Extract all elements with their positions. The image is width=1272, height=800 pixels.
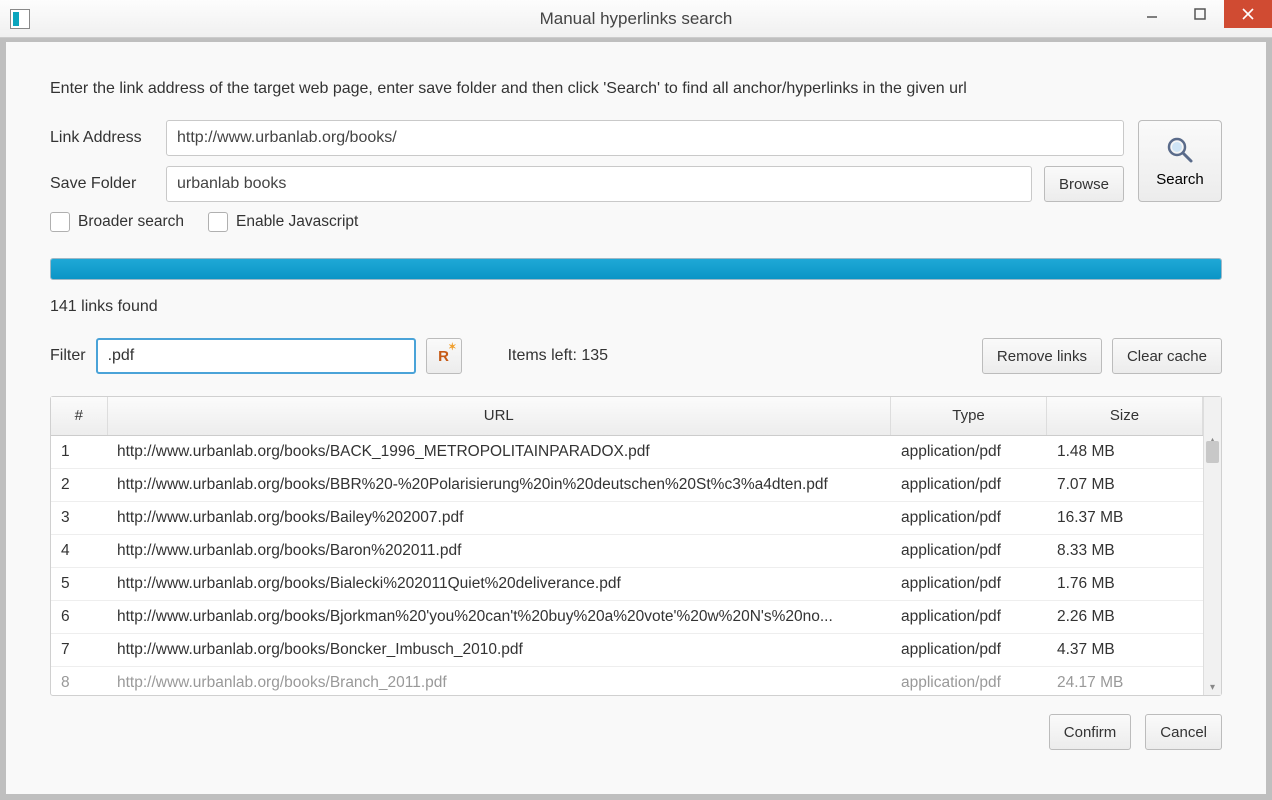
cell-num: 1 bbox=[51, 436, 107, 469]
window-controls bbox=[1128, 0, 1272, 28]
cell-type: application/pdf bbox=[891, 568, 1047, 601]
form-area: Link Address Save Folder Browse Broader … bbox=[50, 120, 1222, 232]
col-header-size[interactable]: Size bbox=[1047, 397, 1203, 435]
cell-size: 7.07 MB bbox=[1047, 469, 1203, 502]
save-folder-label: Save Folder bbox=[50, 175, 154, 193]
window-title: Manual hyperlinks search bbox=[0, 9, 1272, 29]
table-row[interactable]: 4http://www.urbanlab.org/books/Baron%202… bbox=[51, 535, 1203, 568]
close-button[interactable] bbox=[1224, 0, 1272, 28]
cell-num: 6 bbox=[51, 601, 107, 634]
progress-bar bbox=[50, 258, 1222, 280]
cell-num: 5 bbox=[51, 568, 107, 601]
search-icon bbox=[1165, 135, 1195, 165]
cell-num: 2 bbox=[51, 469, 107, 502]
cell-url: http://www.urbanlab.org/books/Bialecki%2… bbox=[107, 568, 891, 601]
enable-js-checkbox[interactable]: Enable Javascript bbox=[208, 212, 358, 232]
regex-button[interactable]: R ✶ bbox=[426, 338, 462, 374]
col-header-num[interactable]: # bbox=[51, 397, 107, 435]
app-icon bbox=[10, 9, 30, 29]
col-header-url[interactable]: URL bbox=[107, 397, 891, 435]
table-row[interactable]: 7http://www.urbanlab.org/books/Boncker_I… bbox=[51, 634, 1203, 667]
cell-size: 1.76 MB bbox=[1047, 568, 1203, 601]
table-row[interactable]: 2http://www.urbanlab.org/books/BBR%20-%2… bbox=[51, 469, 1203, 502]
table-scrollbar[interactable]: ▴ ▾ bbox=[1203, 397, 1221, 695]
checkbox-icon bbox=[50, 212, 70, 232]
cell-size: 8.33 MB bbox=[1047, 535, 1203, 568]
filter-row: Filter R ✶ Items left: 135 Remove links … bbox=[50, 338, 1222, 374]
save-folder-input[interactable] bbox=[166, 166, 1032, 202]
footer-buttons: Confirm Cancel bbox=[50, 714, 1222, 750]
cell-type: application/pdf bbox=[891, 601, 1047, 634]
status-text: 141 links found bbox=[50, 298, 1222, 316]
cancel-button[interactable]: Cancel bbox=[1145, 714, 1222, 750]
browse-button[interactable]: Browse bbox=[1044, 166, 1124, 202]
cell-url: http://www.urbanlab.org/books/BBR%20-%20… bbox=[107, 469, 891, 502]
form-left: Link Address Save Folder Browse Broader … bbox=[50, 120, 1124, 232]
broader-search-checkbox[interactable]: Broader search bbox=[50, 212, 184, 232]
link-address-label: Link Address bbox=[50, 129, 154, 147]
dialog-window: Manual hyperlinks search Enter the link … bbox=[0, 0, 1272, 800]
cell-url: http://www.urbanlab.org/books/Bailey%202… bbox=[107, 502, 891, 535]
enable-js-label: Enable Javascript bbox=[236, 213, 358, 231]
cell-size: 16.37 MB bbox=[1047, 502, 1203, 535]
scroll-thumb[interactable] bbox=[1206, 441, 1219, 463]
cell-size: 1.48 MB bbox=[1047, 436, 1203, 469]
remove-links-button[interactable]: Remove links bbox=[982, 338, 1102, 374]
instruction-text: Enter the link address of the target web… bbox=[50, 80, 1222, 98]
cell-num: 3 bbox=[51, 502, 107, 535]
content-area: Enter the link address of the target web… bbox=[0, 38, 1272, 800]
search-button[interactable]: Search bbox=[1138, 120, 1222, 202]
cell-type: application/pdf bbox=[891, 634, 1047, 667]
titlebar: Manual hyperlinks search bbox=[0, 0, 1272, 38]
cell-num: 4 bbox=[51, 535, 107, 568]
cell-url: http://www.urbanlab.org/books/Baron%2020… bbox=[107, 535, 891, 568]
table-row[interactable]: 8http://www.urbanlab.org/books/Branch_20… bbox=[51, 667, 1203, 696]
close-icon bbox=[1242, 8, 1254, 20]
table-row[interactable]: 5http://www.urbanlab.org/books/Bialecki%… bbox=[51, 568, 1203, 601]
col-header-type[interactable]: Type bbox=[891, 397, 1047, 435]
cell-url: http://www.urbanlab.org/books/Boncker_Im… bbox=[107, 634, 891, 667]
clear-cache-button[interactable]: Clear cache bbox=[1112, 338, 1222, 374]
minimize-icon bbox=[1146, 8, 1158, 20]
results-table: # URL Type Size 1http://www.urbanlab.org… bbox=[50, 396, 1222, 696]
regex-star-icon: ✶ bbox=[448, 342, 456, 353]
table-row[interactable]: 6http://www.urbanlab.org/books/Bjorkman%… bbox=[51, 601, 1203, 634]
progress-fill bbox=[51, 259, 1221, 279]
cell-type: application/pdf bbox=[891, 667, 1047, 696]
scroll-down-icon: ▾ bbox=[1204, 682, 1221, 693]
cell-size: 4.37 MB bbox=[1047, 634, 1203, 667]
cell-type: application/pdf bbox=[891, 469, 1047, 502]
checkbox-icon bbox=[208, 212, 228, 232]
table-row[interactable]: 3http://www.urbanlab.org/books/Bailey%20… bbox=[51, 502, 1203, 535]
items-left-text: Items left: 135 bbox=[508, 347, 609, 365]
cell-type: application/pdf bbox=[891, 535, 1047, 568]
cell-size: 24.17 MB bbox=[1047, 667, 1203, 696]
table-row[interactable]: 1http://www.urbanlab.org/books/BACK_1996… bbox=[51, 436, 1203, 469]
cell-url: http://www.urbanlab.org/books/Bjorkman%2… bbox=[107, 601, 891, 634]
maximize-button[interactable] bbox=[1176, 0, 1224, 28]
broader-search-label: Broader search bbox=[78, 213, 184, 231]
link-address-input[interactable] bbox=[166, 120, 1124, 156]
cell-type: application/pdf bbox=[891, 436, 1047, 469]
cell-size: 2.26 MB bbox=[1047, 601, 1203, 634]
filter-input[interactable] bbox=[96, 338, 416, 374]
cell-url: http://www.urbanlab.org/books/BACK_1996_… bbox=[107, 436, 891, 469]
cell-type: application/pdf bbox=[891, 502, 1047, 535]
maximize-icon bbox=[1194, 8, 1206, 20]
cell-url: http://www.urbanlab.org/books/Branch_201… bbox=[107, 667, 891, 696]
filter-label: Filter bbox=[50, 347, 86, 365]
search-button-label: Search bbox=[1156, 171, 1204, 188]
cell-num: 8 bbox=[51, 667, 107, 696]
confirm-button[interactable]: Confirm bbox=[1049, 714, 1132, 750]
cell-num: 7 bbox=[51, 634, 107, 667]
minimize-button[interactable] bbox=[1128, 0, 1176, 28]
